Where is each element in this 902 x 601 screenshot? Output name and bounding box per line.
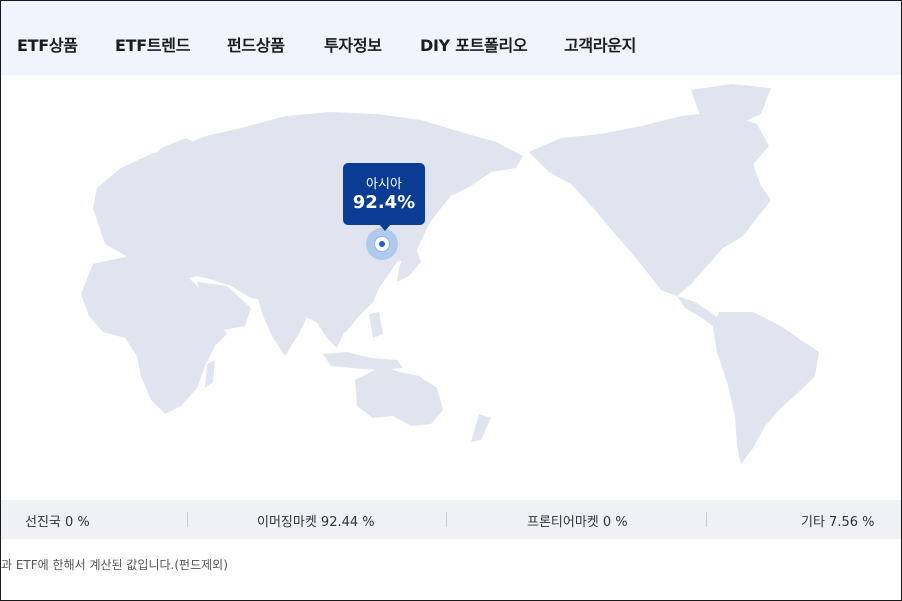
market-allocation-bar: 선진국 0 % 이머징마켓 92.44 % 프론티어마켓 0 % 기타 7.56… [1,500,901,539]
nav-item-investment-info[interactable]: 투자정보 [324,32,382,56]
land-new-zealand [471,414,491,442]
stat-divider [187,512,188,527]
stat-developed-markets: 선진국 0 % [25,515,90,530]
nav-item-etf-products[interactable]: ETF상품 [17,32,78,56]
land-philippines [369,312,383,338]
land-madagascar [205,360,215,388]
world-map-area [1,76,901,500]
top-navigation: ETF상품 ETF트렌드 펀드상품 투자정보 DIY 포트폴리오 고객라운지 [1,1,901,75]
land-south-america [713,312,819,464]
calculation-note: 과 ETF에 한해서 계산된 값입니다.(펀드제외) [1,558,228,572]
tooltip-region-label: 아시아 [366,177,402,192]
land-india [257,296,311,356]
stat-divider [706,512,707,527]
tooltip-region-value: 92.4% [352,192,416,213]
stat-other: 기타 7.56 % [801,515,875,530]
nav-item-fund-products[interactable]: 펀드상품 [227,32,285,56]
region-tooltip: 아시아 92.4% [343,163,425,231]
nav-item-etf-trends[interactable]: ETF트렌드 [115,32,190,56]
land-north-america [529,112,771,296]
land-africa [81,256,227,414]
stat-emerging-markets: 이머징마켓 92.44 % [257,515,375,530]
nav-item-diy-portfolio[interactable]: DIY 포트폴리오 [420,32,528,56]
world-map [81,84,819,464]
land-indonesia [323,352,403,370]
asia-marker-dot[interactable] [379,241,385,247]
land-australia [355,366,443,426]
stat-divider [446,512,447,527]
nav-item-customer-lounge[interactable]: 고객라운지 [564,32,636,56]
stat-frontier-markets: 프론티어마켓 0 % [527,515,628,530]
